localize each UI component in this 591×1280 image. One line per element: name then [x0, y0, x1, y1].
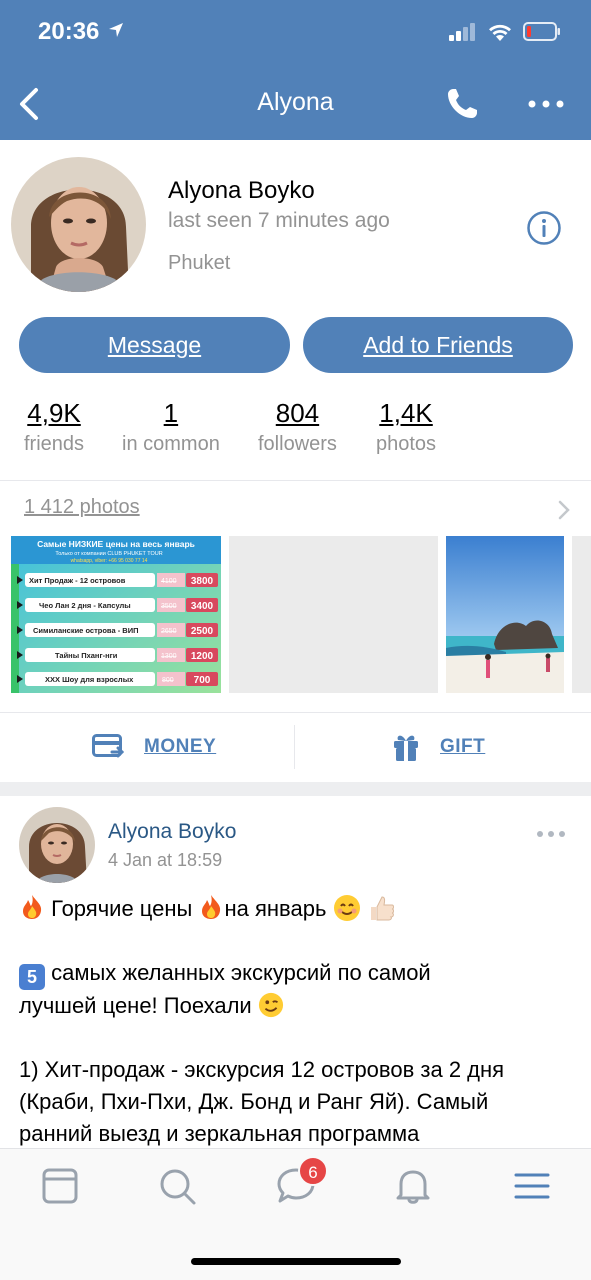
thumbs-up-emoji-icon: [370, 896, 394, 921]
post-line: Горячие цены: [51, 896, 193, 921]
promo-row-old-price: 1300: [161, 653, 177, 660]
post-text: Горячие цены на январь 5 самых желанных …: [19, 893, 579, 1150]
promo-contact: whatsapp, viber: +66 95 030 77 14: [71, 558, 148, 564]
message-button[interactable]: Message: [19, 317, 290, 373]
promo-row-name: Хит Продаж - 12 островов: [29, 576, 126, 585]
money-label: MONEY: [144, 736, 217, 757]
post-line: лучшей цене! Поехали: [19, 993, 252, 1018]
number-emoji-icon: 5: [19, 964, 45, 990]
counter-value: 1: [163, 398, 179, 428]
promo-row-price: 2500: [191, 626, 214, 637]
photo-thumb-beach[interactable]: [446, 536, 564, 693]
promo-row-price: 700: [194, 675, 211, 686]
photos-link[interactable]: 1 412 photos: [24, 496, 140, 519]
section-gap: [0, 782, 591, 796]
home-indicator: [191, 1258, 401, 1265]
post-line: 1) Хит-продаж - экскурсия 12 островов за…: [19, 1057, 505, 1082]
promo-row-name: ХХХ Шоу для взрослых: [45, 675, 134, 684]
divider: [0, 712, 591, 713]
fire-emoji-icon: [23, 895, 42, 919]
tab-notifications[interactable]: [393, 1166, 433, 1206]
photo-thumb-promo[interactable]: Самые НИЗКИЕ цены на весь январь Только …: [11, 536, 221, 693]
gift-icon: [394, 735, 418, 761]
photo-thumb-placeholder[interactable]: [572, 536, 591, 693]
counter-label: friends: [24, 433, 85, 455]
counter-value: 1,4K: [379, 398, 433, 428]
smile-emoji-icon: [333, 895, 360, 921]
counter-in-common[interactable]: 1 in common: [122, 398, 220, 456]
promo-subtitle: Только от компании CLUB PHUKET TOUR: [55, 551, 162, 557]
page-title: Alyona: [257, 88, 334, 116]
info-button[interactable]: [526, 210, 562, 246]
money-button[interactable]: MONEY: [92, 722, 216, 772]
promo-row-name: Чео Лан 2 дня - Капсулы: [39, 601, 131, 610]
promo-row-old-price: 2650: [161, 628, 177, 635]
more-options-button[interactable]: [526, 96, 566, 112]
profile-avatar[interactable]: [11, 157, 146, 292]
promo-row-price: 1200: [191, 651, 214, 662]
post-date: 4 Jan at 18:59: [108, 850, 223, 870]
promo-header: Самые НИЗКИЕ цены на весь январь: [37, 539, 195, 549]
tab-menu[interactable]: [512, 1166, 552, 1206]
tab-search[interactable]: [157, 1166, 197, 1206]
tab-news[interactable]: [40, 1166, 80, 1206]
promo-row-old-price: 4100: [161, 578, 177, 585]
counter-followers[interactable]: 804 followers: [258, 398, 337, 456]
counter-friends[interactable]: 4,9K friends: [24, 398, 84, 456]
promo-row-price: 3400: [191, 601, 214, 612]
counter-value: 804: [275, 398, 320, 428]
counter-photos[interactable]: 1,4K photos: [376, 398, 436, 456]
post-more-icon[interactable]: [536, 829, 566, 839]
promo-row-old-price: 3500: [161, 603, 177, 610]
gift-button[interactable]: GIFT: [392, 722, 485, 772]
last-seen-status: last seen 7 minutes ago: [168, 209, 390, 232]
promo-row-name: Тайны Пханг-нги: [55, 651, 118, 660]
signal-icon: [449, 22, 475, 41]
promo-row-name: Симиланские острова - ВИП: [33, 626, 138, 635]
status-time: 20:36: [38, 18, 100, 45]
money-transfer-icon: [92, 734, 124, 758]
post-author-avatar[interactable]: [19, 807, 95, 883]
photo-thumb-placeholder[interactable]: [229, 536, 438, 693]
wifi-icon: [489, 24, 511, 41]
call-button[interactable]: [444, 86, 480, 122]
battery-icon: [523, 22, 560, 41]
wink-emoji-icon: [258, 992, 283, 1018]
divider: [294, 725, 295, 769]
promo-row-price: 3800: [191, 576, 214, 587]
counter-label: in common: [122, 433, 220, 455]
profile-name: Alyona Boyko: [168, 177, 315, 204]
profile-city: Phuket: [168, 252, 231, 274]
post-line: самых желанных экскурсий по самой: [51, 960, 431, 985]
counter-value: 4,9K: [27, 398, 81, 428]
status-indicators: [449, 22, 561, 41]
post-line: (Краби, Пхи-Пхи, Дж. Бонд и Ранг Яй). Са…: [19, 1089, 489, 1114]
messages-badge: 6: [298, 1156, 328, 1186]
counter-label: followers: [258, 433, 337, 455]
gift-label: GIFT: [440, 736, 486, 757]
post-line: на январь: [224, 896, 327, 921]
top-bar: 20:36 Alyona: [0, 0, 591, 140]
post-line: ранний выезд и зеркальная программа: [19, 1121, 420, 1146]
location-arrow-icon: [109, 23, 123, 37]
fire-emoji-icon: [202, 895, 221, 919]
add-friend-button[interactable]: Add to Friends: [303, 317, 573, 373]
promo-row-old-price: 800: [162, 677, 174, 684]
post-author-name[interactable]: Alyona Boyko: [108, 820, 236, 844]
counter-label: photos: [376, 433, 437, 455]
chevron-right-icon[interactable]: [556, 498, 572, 522]
divider: [0, 480, 591, 481]
